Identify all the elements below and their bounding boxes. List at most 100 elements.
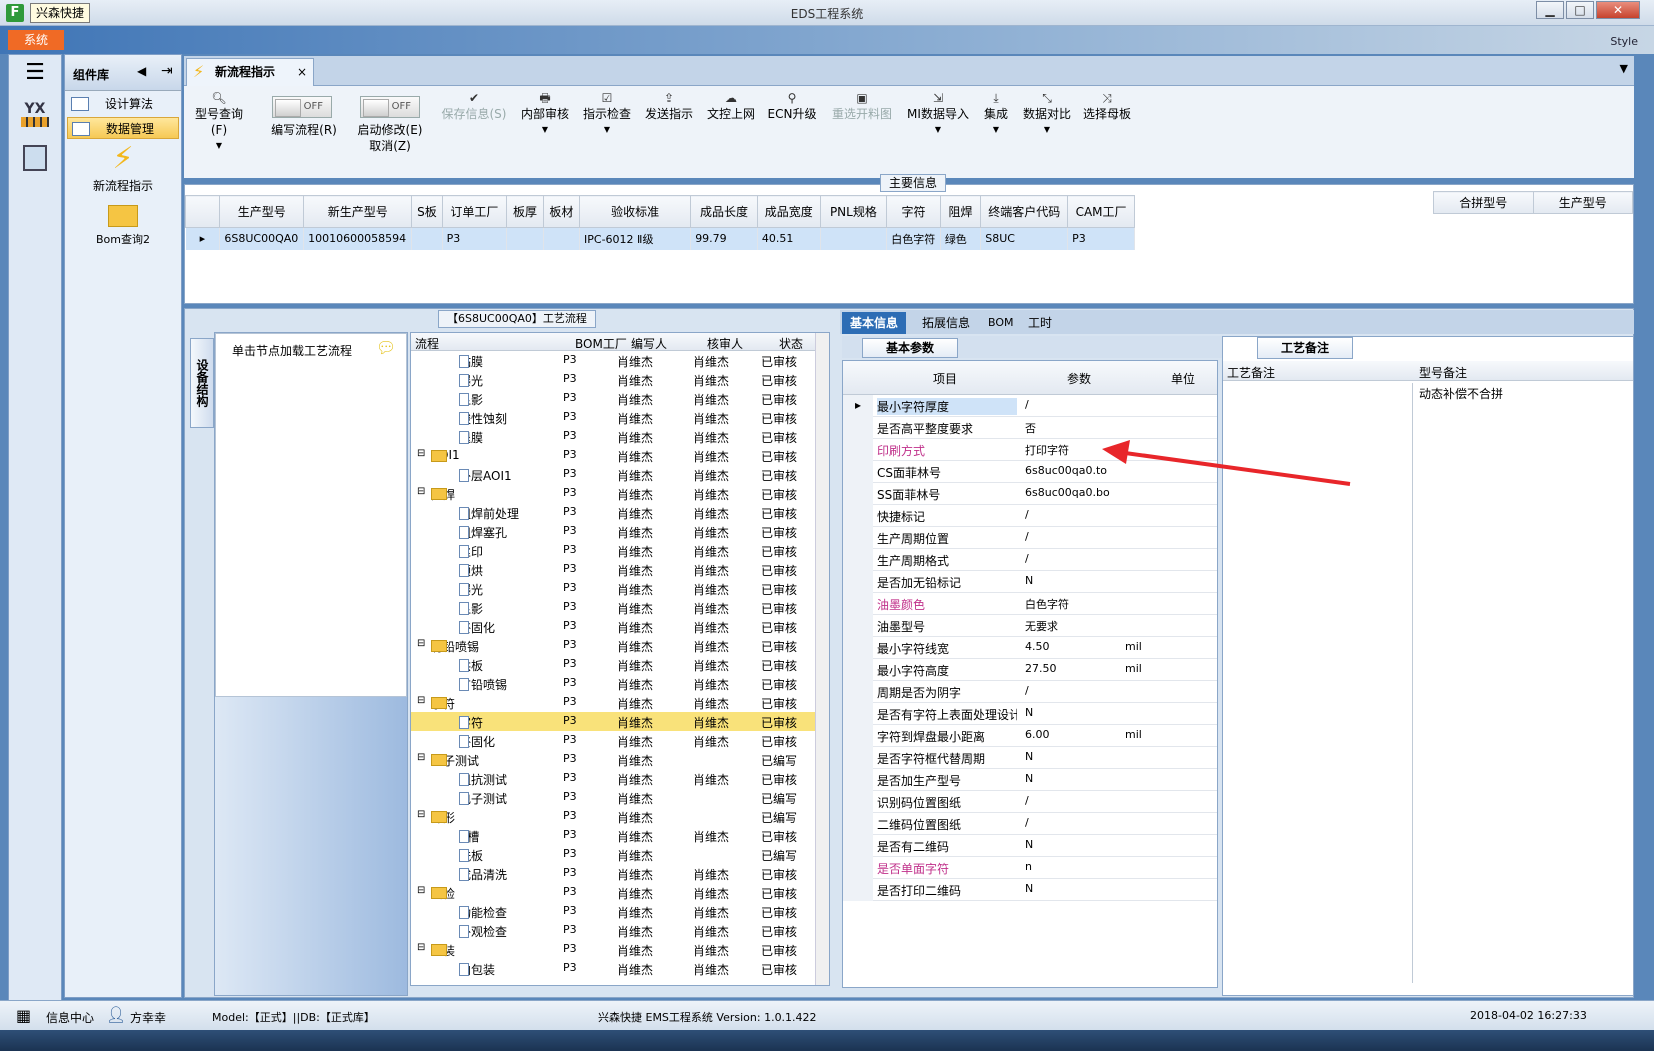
main-info-cell[interactable]	[411, 227, 443, 250]
start-modify-toggle[interactable]: OFF	[360, 96, 420, 118]
param-row[interactable]: 是否打印二维码 N	[843, 879, 1217, 901]
integrate-button[interactable]: ⤓ 集成 ▼	[976, 90, 1016, 138]
param-row[interactable]: 油墨型号 无要求	[843, 615, 1217, 637]
param-row[interactable]: 是否有二维码 N	[843, 835, 1217, 857]
param-row[interactable]: 生产周期格式 /	[843, 549, 1217, 571]
param-row[interactable]: 周期是否为阴字 /	[843, 681, 1217, 703]
flow-row[interactable]: ⊟ 有铅喷锡 P3 肖维杰 肖维杰 已审核	[411, 636, 829, 655]
param-row[interactable]: 是否有字符上表面处理设计 N	[843, 703, 1217, 725]
param-row[interactable]: 是否加无铅标记 N	[843, 571, 1217, 593]
tab-extended-info[interactable]: 拓展信息	[914, 312, 978, 334]
tab-close-icon[interactable]: ×	[297, 59, 307, 85]
mi-data-import-button[interactable]: ⇲ MI数据导入 ▼	[904, 90, 972, 138]
model-note-text[interactable]: 动态补偿不合拼	[1419, 385, 1503, 402]
col-header[interactable]: 阻焊	[939, 195, 982, 228]
flow-row[interactable]: 贴膜 P3 肖维杰 肖维杰 已审核	[411, 351, 829, 370]
tree-toggle-icon[interactable]: ⊟	[417, 486, 425, 497]
col-header[interactable]: PNL规格	[819, 195, 888, 228]
select-master-board-button[interactable]: ⤨ 选择母板	[1078, 90, 1136, 122]
launcher-bom-query[interactable]: Bom查询2	[65, 201, 181, 247]
equipment-structure-tab[interactable]: 设备结构	[190, 338, 214, 428]
col-header[interactable]: 字符	[886, 195, 941, 228]
tab-bom[interactable]: BOM	[980, 312, 1022, 334]
tab-process-notes[interactable]: 工艺备注	[1257, 337, 1353, 359]
flow-row[interactable]: 终固化 P3 肖维杰 肖维杰 已审核	[411, 731, 829, 750]
col-header[interactable]: 验收标准	[579, 195, 692, 228]
col-header[interactable]: 成品宽度	[756, 195, 821, 228]
param-row[interactable]: 是否加生产型号 N	[843, 769, 1217, 791]
param-row[interactable]: 油墨颜色 白色字符	[843, 593, 1217, 615]
param-row[interactable]: 是否单面字符 n	[843, 857, 1217, 879]
flow-row[interactable]: 字符 P3 肖维杰 肖维杰 已审核	[411, 712, 829, 731]
instruction-check-button[interactable]: ☑ 指示检查 ▼	[578, 90, 636, 138]
ecn-upgrade-button[interactable]: ⚲ ECN升级	[764, 90, 820, 122]
group-item-data-management[interactable]: 数据管理	[67, 117, 179, 139]
col-header[interactable]: 板厚	[506, 195, 544, 228]
col-header[interactable]: 新生产型号	[303, 195, 413, 228]
col-header[interactable]: 订单工厂	[441, 195, 508, 228]
calculator-icon[interactable]	[9, 145, 61, 171]
flow-row[interactable]: 外观检查 P3 肖维杰 肖维杰 已审核	[411, 921, 829, 940]
data-compare-button[interactable]: ⤡ 数据对比 ▼	[1020, 90, 1074, 138]
flow-row[interactable]: 阻焊塞孔 P3 肖维杰 肖维杰 已审核	[411, 522, 829, 541]
flow-row[interactable]: 曝光 P3 肖维杰 肖维杰 已审核	[411, 579, 829, 598]
main-info-cell[interactable]	[543, 227, 581, 250]
flow-row[interactable]: 显影 P3 肖维杰 肖维杰 已审核	[411, 598, 829, 617]
main-info-cell[interactable]: P3	[442, 227, 508, 250]
flow-row[interactable]: 有铅喷锡 P3 肖维杰 肖维杰 已审核	[411, 674, 829, 693]
param-row[interactable]: 二维码位置图纸 /	[843, 813, 1217, 835]
main-info-cell[interactable]: 40.51	[757, 227, 821, 250]
param-row[interactable]: 最小字符高度 27.50 mil	[843, 659, 1217, 681]
col-header[interactable]: 生产型号	[219, 195, 305, 228]
flow-row[interactable]: 预烘 P3 肖维杰 肖维杰 已审核	[411, 560, 829, 579]
flow-scrollbar[interactable]	[815, 333, 829, 985]
param-row[interactable]: ▸ 最小字符厚度 /	[843, 395, 1217, 417]
main-info-cell[interactable]	[506, 227, 544, 250]
tab-basic-params[interactable]: 基本参数	[862, 338, 958, 358]
flow-row[interactable]: 酸性蚀刻 P3 肖维杰 肖维杰 已审核	[411, 408, 829, 427]
model-query-button[interactable]: 🔍︎ 型号查询(F) ▼	[188, 90, 250, 154]
main-info-cell[interactable]: 绿色	[940, 227, 982, 250]
group-item-design-algorithm[interactable]: 设计算法	[67, 93, 179, 115]
flow-row[interactable]: 成品清洗 P3 肖维杰 肖维杰 已审核	[411, 864, 829, 883]
flow-row[interactable]: 显影 P3 肖维杰 肖维杰 已审核	[411, 389, 829, 408]
flow-row[interactable]: ⊟阻焊P3肖维杰肖维杰已审核	[411, 484, 829, 503]
tab-work-hours[interactable]: 工时	[1020, 312, 1060, 334]
system-menu[interactable]: 系统	[8, 30, 64, 50]
tree-toggle-icon[interactable]: ⊟	[417, 809, 425, 820]
tree-toggle-icon[interactable]: ⊟	[417, 448, 425, 459]
flow-row[interactable]: V槽 P3 肖维杰 肖维杰 已审核	[411, 826, 829, 845]
param-row[interactable]: 字符到焊盘最小距离 6.00 mil	[843, 725, 1217, 747]
tree-toggle-icon[interactable]: ⊟	[417, 695, 425, 706]
param-row[interactable]: 快捷标记 /	[843, 505, 1217, 527]
col-header[interactable]: CAM工厂	[1067, 195, 1135, 228]
doc-upload-button[interactable]: ☁ 文控上网	[702, 90, 760, 122]
main-info-cell[interactable]: S8UC	[980, 227, 1069, 250]
tree-toggle-icon[interactable]: ⊟	[417, 638, 425, 649]
save-info-button[interactable]: ✔ 保存信息(S)	[436, 90, 512, 122]
flow-row[interactable]: ⊟AOI1P3肖维杰肖维杰已审核	[411, 446, 829, 465]
main-info-cell[interactable]: 10010600058594	[303, 227, 413, 250]
hamburger-menu-icon[interactable]: ☰	[9, 61, 61, 85]
launcher-new-flow[interactable]: ⚡ 新流程指示	[65, 141, 181, 194]
tree-toggle-icon[interactable]: ⊟	[417, 885, 425, 896]
edit-flow-toggle[interactable]: OFF	[272, 96, 332, 118]
param-row[interactable]: 是否高平整度要求否	[843, 417, 1217, 439]
col-header[interactable]: 成品长度	[690, 195, 758, 228]
tree-toggle-icon[interactable]: ⊟	[417, 942, 425, 953]
flow-row[interactable]: 曝光 P3 肖维杰 肖维杰 已审核	[411, 370, 829, 389]
flow-row[interactable]: 内包装 P3 肖维杰 肖维杰 已审核	[411, 959, 829, 978]
tree-toggle-icon[interactable]: ⊟	[417, 752, 425, 763]
maximize-button[interactable]: □	[1566, 1, 1594, 19]
tab-new-flow[interactable]: ⚡ 新流程指示 ×	[186, 58, 314, 86]
main-info-cell[interactable]: 白色字符	[886, 227, 941, 250]
main-info-cell[interactable]	[820, 227, 888, 250]
flow-row[interactable]: 退膜 P3 肖维杰 肖维杰 已审核	[411, 427, 829, 446]
flow-row[interactable]: 外层AOI1 P3 肖维杰 肖维杰 已审核	[411, 465, 829, 484]
send-instruction-button[interactable]: ⇪ 发送指示	[640, 90, 698, 122]
flow-row[interactable]: 终固化 P3 肖维杰 肖维杰 已审核	[411, 617, 829, 636]
flow-row[interactable]: 铣板 P3 肖维杰 已编写	[411, 845, 829, 864]
main-info-cell[interactable]: 6S8UC00QA0	[219, 227, 305, 250]
reselect-cutting-map-button[interactable]: ▣ 重选开料图	[824, 90, 900, 122]
minimize-button[interactable]: ▁	[1536, 1, 1564, 19]
